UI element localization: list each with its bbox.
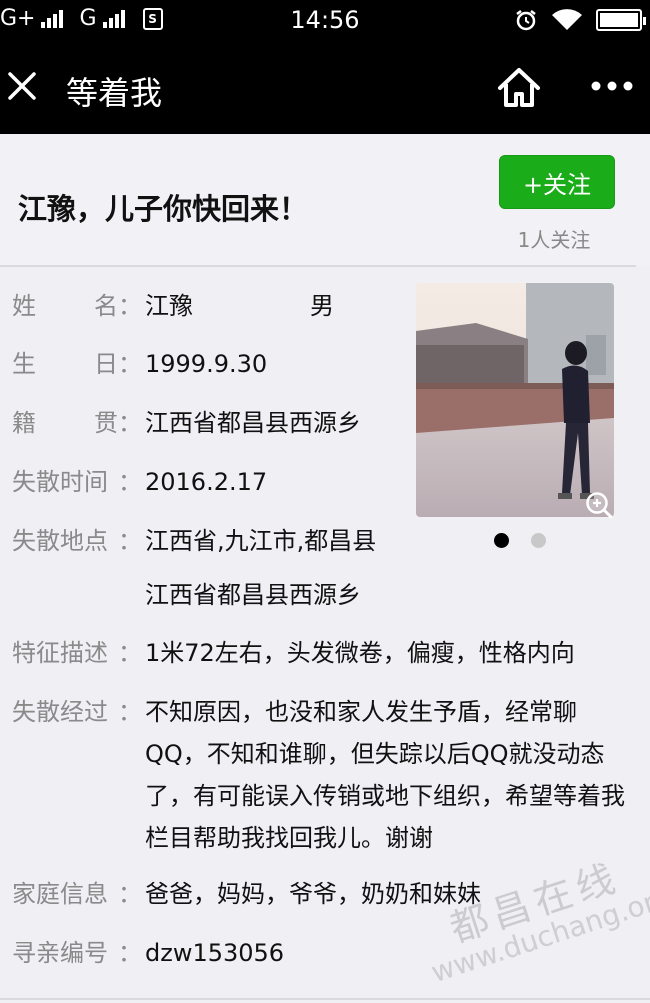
follow-button[interactable]: +关注 bbox=[499, 155, 615, 209]
info-value-origin: 江西省都昌县西源乡 bbox=[145, 409, 361, 437]
info-value-features: 1米72左右，头发微卷，偏瘦，性格内向 bbox=[145, 639, 575, 667]
info-value-lost-place: 江西省,九江市,都昌县 bbox=[145, 527, 377, 555]
wifi-icon bbox=[552, 9, 582, 30]
status-bar: G+ G S 14:56 bbox=[0, 0, 650, 40]
close-icon[interactable] bbox=[4, 68, 40, 104]
nav-title: 等着我 bbox=[66, 74, 163, 112]
header-divider bbox=[0, 265, 636, 267]
follow-count: 1人关注 bbox=[517, 228, 591, 252]
info-value-name: 江豫 bbox=[145, 292, 193, 320]
status-right bbox=[514, 8, 646, 32]
post-title: 江豫，儿子你快回来！ bbox=[18, 192, 309, 226]
pagination-dot[interactable] bbox=[531, 533, 546, 548]
info-value-story: 不知原因，也没和家人发生予盾，经常聊QQ，不知和谁聊，但失踪以后QQ就没动态了，… bbox=[145, 698, 625, 852]
info-value-family: 爸爸，妈妈，爷爷，奶奶和妹妹 bbox=[145, 880, 481, 908]
info-value-gender: 男 bbox=[310, 292, 334, 320]
home-icon[interactable] bbox=[496, 66, 542, 108]
alarm-icon bbox=[516, 10, 536, 31]
battery-icon bbox=[596, 9, 646, 31]
info-value-id: dzw153056 bbox=[145, 939, 285, 967]
pagination-dot-active[interactable] bbox=[494, 533, 509, 548]
bottom-divider bbox=[0, 998, 650, 1000]
zoom-icon[interactable] bbox=[584, 490, 614, 520]
info-value-birthday: 1999.9.30 bbox=[145, 350, 268, 378]
nav-bar: 等着我 bbox=[0, 40, 650, 134]
info-value-lost-time: 2016.2.17 bbox=[145, 468, 268, 496]
missing-person-photo[interactable] bbox=[416, 283, 614, 517]
more-icon[interactable] bbox=[590, 78, 634, 94]
post-header: 江豫，儿子你快回来！ +关注 1人关注 bbox=[0, 134, 650, 266]
photo-pagination bbox=[494, 533, 546, 548]
info-value-lost-place-detail: 江西省都昌县西源乡 bbox=[145, 581, 361, 609]
